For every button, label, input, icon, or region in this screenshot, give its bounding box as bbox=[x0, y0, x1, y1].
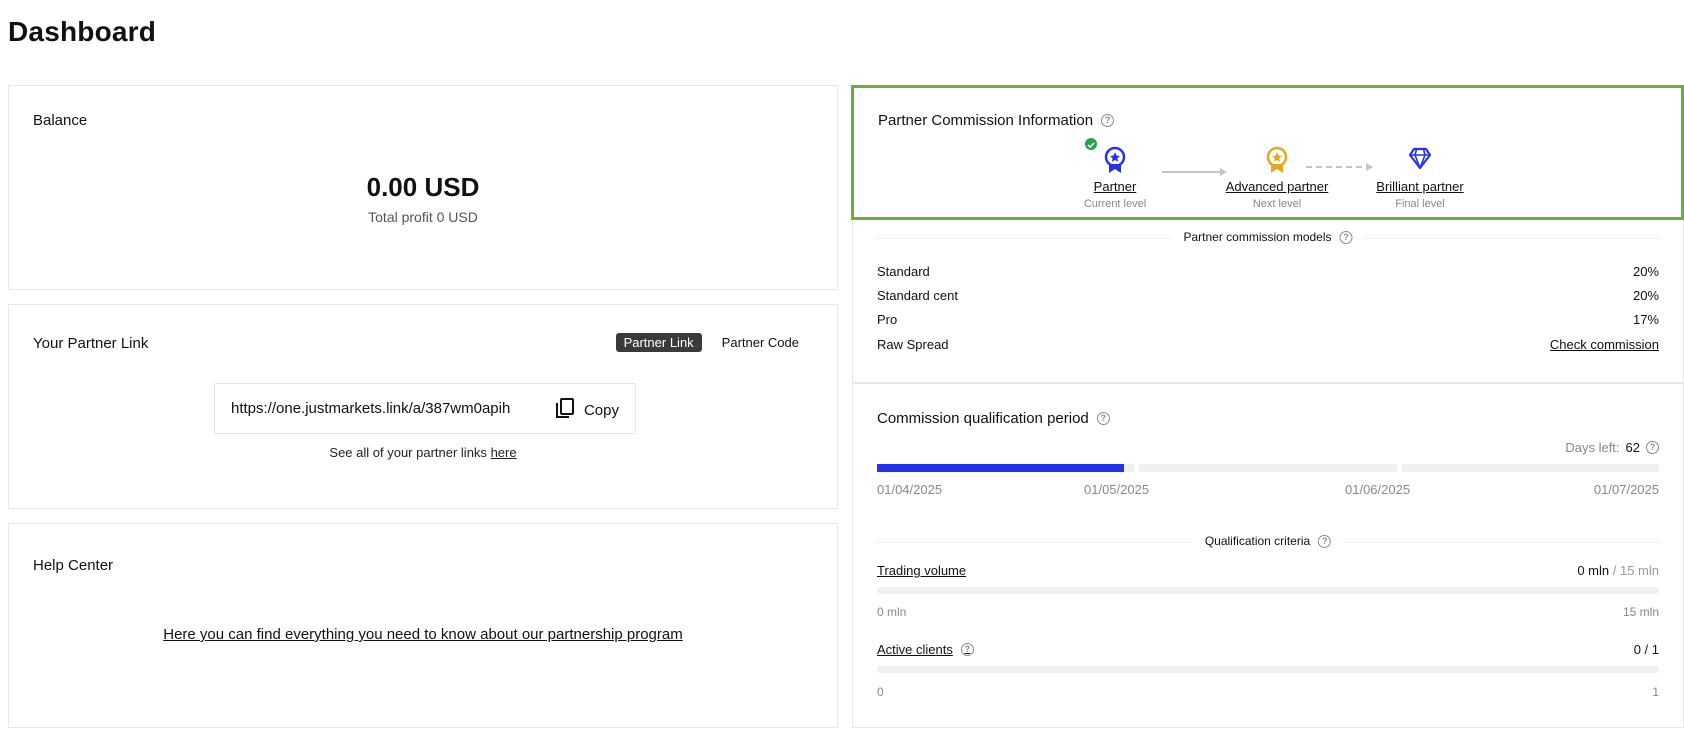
qualification-criteria-title: Qualification criteria ? bbox=[1192, 534, 1344, 548]
level-name[interactable]: Partner bbox=[1075, 179, 1155, 194]
medal-icon bbox=[1085, 138, 1128, 174]
help-icon[interactable]: ? bbox=[1339, 230, 1353, 244]
model-row-raw-spread: Raw Spread Check commission bbox=[877, 337, 1659, 352]
active-clients-link[interactable]: Active clients bbox=[877, 642, 953, 657]
help-icon[interactable]: ? bbox=[1646, 441, 1659, 454]
commission-models-title: Partner commission models ? bbox=[1171, 230, 1365, 244]
help-icon[interactable]: ? bbox=[1101, 114, 1115, 127]
help-icon[interactable]: ? bbox=[1318, 534, 1332, 548]
partner-link-url: https://one.justmarkets.link/a/387wm0api… bbox=[231, 400, 511, 417]
partner-link-field[interactable]: https://one.justmarkets.link/a/387wm0api… bbox=[214, 383, 636, 434]
level-advanced-partner: Advanced partner Next level bbox=[1212, 146, 1342, 210]
level-brilliant-partner: Brilliant partner Final level bbox=[1360, 146, 1480, 210]
balance-card: Balance 0.00 USD Total profit 0 USD bbox=[8, 85, 838, 290]
active-clients-label: Active clients ? bbox=[877, 642, 974, 657]
total-profit: Total profit 0 USD bbox=[368, 209, 478, 225]
qualification-title: Commission qualification period ? bbox=[877, 410, 1110, 427]
qualification-card: Commission qualification period ? Days l… bbox=[852, 383, 1684, 728]
balance-title: Balance bbox=[33, 112, 88, 129]
level-name[interactable]: Brilliant partner bbox=[1360, 179, 1480, 194]
period-segment bbox=[1401, 464, 1659, 472]
checkmark-icon bbox=[1085, 138, 1097, 150]
level-status: Next level bbox=[1252, 198, 1302, 210]
tab-partner-link[interactable]: Partner Link bbox=[615, 333, 702, 352]
trading-volume-link[interactable]: Trading volume bbox=[877, 563, 966, 578]
help-center-title: Help Center bbox=[33, 557, 114, 574]
model-row-standard: Standard 20% bbox=[877, 264, 1659, 279]
trading-volume-progress bbox=[877, 587, 1659, 594]
period-segment bbox=[1139, 464, 1397, 472]
period-date: 01/07/2025 bbox=[1593, 482, 1659, 497]
trading-volume-value: 0 mln / 15 mln bbox=[1577, 563, 1659, 578]
active-clients-min: 0 bbox=[877, 685, 884, 699]
period-progress-fill bbox=[877, 464, 1125, 472]
diamond-icon bbox=[1407, 146, 1433, 174]
active-clients-value: 0 / 1 bbox=[1633, 642, 1659, 657]
link-type-toggle: Partner Link Partner Code bbox=[615, 333, 807, 352]
check-commission-link[interactable]: Check commission bbox=[1550, 337, 1659, 352]
trading-volume-max: 15 mln bbox=[1622, 605, 1659, 619]
help-center-link[interactable]: Here you can find everything you need to… bbox=[9, 626, 837, 643]
days-left: Days left: 62 ? bbox=[1565, 440, 1659, 455]
copy-button[interactable]: Copy bbox=[555, 397, 619, 423]
help-icon[interactable]: ? bbox=[1096, 412, 1110, 425]
qualification-criteria-divider: Qualification criteria ? bbox=[877, 534, 1659, 548]
copy-icon bbox=[555, 397, 575, 423]
active-clients-max: 1 bbox=[1652, 685, 1659, 699]
model-row-standard-cent: Standard cent 20% bbox=[877, 288, 1659, 303]
level-status: Final level bbox=[1395, 198, 1445, 210]
period-progress-bar bbox=[877, 464, 1659, 472]
help-center-card: Help Center Here you can find everything… bbox=[8, 523, 838, 728]
model-row-pro: Pro 17% bbox=[877, 312, 1659, 327]
period-date: 01/05/2025 bbox=[1084, 482, 1150, 497]
active-clients-progress bbox=[877, 666, 1659, 673]
period-date: 01/06/2025 bbox=[1345, 482, 1411, 497]
tab-partner-code[interactable]: Partner Code bbox=[714, 333, 807, 352]
partner-commission-info: Partner Commission Information ? Partner… bbox=[851, 85, 1684, 220]
days-left-value: 62 bbox=[1625, 440, 1640, 455]
partner-link-card: Your Partner Link Partner Link Partner C… bbox=[8, 304, 838, 509]
all-links-text: See all of your partner links here bbox=[329, 445, 517, 460]
copy-label: Copy bbox=[583, 401, 619, 419]
trading-volume-min: 0 mln bbox=[877, 605, 907, 619]
level-status: Current level bbox=[1083, 198, 1147, 210]
commission-models-card: Partner commission models ? Standard 20%… bbox=[852, 220, 1684, 383]
partner-link-title: Your Partner Link bbox=[33, 335, 149, 352]
commission-models-divider: Partner commission models ? bbox=[877, 230, 1659, 244]
level-partner: Partner Current level bbox=[1075, 138, 1155, 210]
commission-title: Partner Commission Information ? bbox=[878, 112, 1115, 129]
period-date: 01/04/2025 bbox=[877, 482, 943, 497]
help-icon[interactable]: ? bbox=[960, 643, 974, 656]
medal-icon bbox=[1264, 146, 1290, 174]
balance-amount: 0.00 USD bbox=[366, 172, 480, 202]
page-title: Dashboard bbox=[8, 16, 157, 47]
period-segment bbox=[877, 464, 1135, 472]
all-links-here-link[interactable]: here bbox=[491, 445, 517, 460]
level-name[interactable]: Advanced partner bbox=[1212, 179, 1342, 194]
